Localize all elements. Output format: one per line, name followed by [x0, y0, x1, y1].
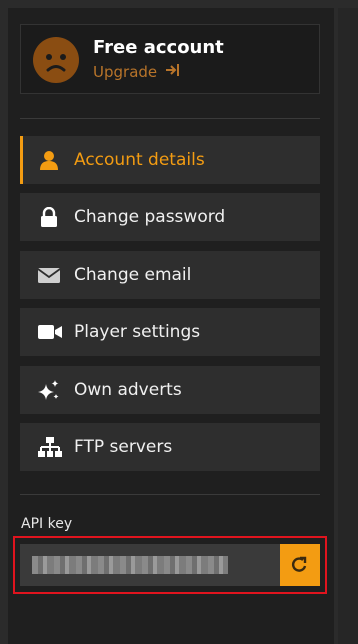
- refresh-icon: [291, 556, 307, 572]
- video-camera-icon: [38, 322, 62, 342]
- menu-item-label: Change password: [74, 207, 226, 227]
- sparkles-icon: [38, 380, 60, 400]
- account-card: Free account Upgrade: [20, 24, 320, 94]
- settings-frame: Free account Upgrade Account details Cha…: [0, 0, 358, 644]
- api-key-label: API key: [21, 516, 73, 532]
- menu-item-label: Change email: [74, 265, 192, 285]
- upgrade-link[interactable]: Upgrade: [93, 63, 181, 81]
- menu-item-label: Account details: [74, 150, 205, 170]
- user-icon: [38, 150, 60, 170]
- api-key-value: ••••••••••••••••••••••••••••••••: [32, 556, 228, 574]
- content-edge: [338, 8, 358, 644]
- menu-item-label: FTP servers: [74, 437, 173, 457]
- menu-item-ftp-servers[interactable]: FTP servers: [20, 423, 320, 471]
- menu-item-label: Player settings: [74, 322, 201, 342]
- menu-item-own-adverts[interactable]: Own adverts: [20, 366, 320, 414]
- menu-item-account-details[interactable]: Account details: [20, 136, 320, 184]
- divider: [20, 494, 320, 495]
- divider: [20, 118, 320, 119]
- api-key-field[interactable]: ••••••••••••••••••••••••••••••••: [20, 544, 280, 586]
- lock-icon: [38, 206, 60, 227]
- login-arrow-icon: [165, 63, 181, 81]
- upgrade-label: Upgrade: [93, 63, 158, 81]
- account-title: Free account: [93, 37, 224, 58]
- refresh-api-key-button[interactable]: [280, 544, 320, 586]
- menu-item-label: Own adverts: [74, 380, 182, 400]
- sad-face-icon: [33, 37, 79, 83]
- menu-item-change-email[interactable]: Change email: [20, 251, 320, 299]
- menu-item-change-password[interactable]: Change password: [20, 193, 320, 241]
- envelope-icon: [37, 265, 61, 285]
- network-icon: [38, 437, 62, 457]
- menu-item-player-settings[interactable]: Player settings: [20, 308, 320, 356]
